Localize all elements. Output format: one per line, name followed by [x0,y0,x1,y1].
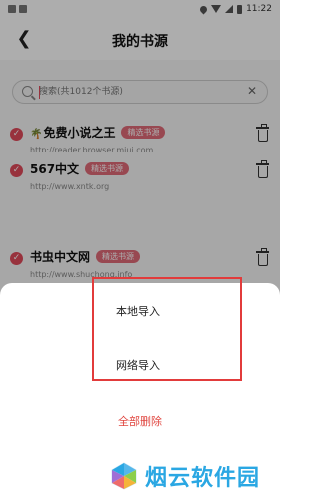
watermark-logo-icon [111,462,137,490]
annotation-highlight-box [92,277,242,381]
delete-all-button[interactable]: 全部删除 [0,413,280,429]
watermark-text: 烟云软件园 [144,466,260,491]
watermark: 烟云软件园 [109,460,260,492]
